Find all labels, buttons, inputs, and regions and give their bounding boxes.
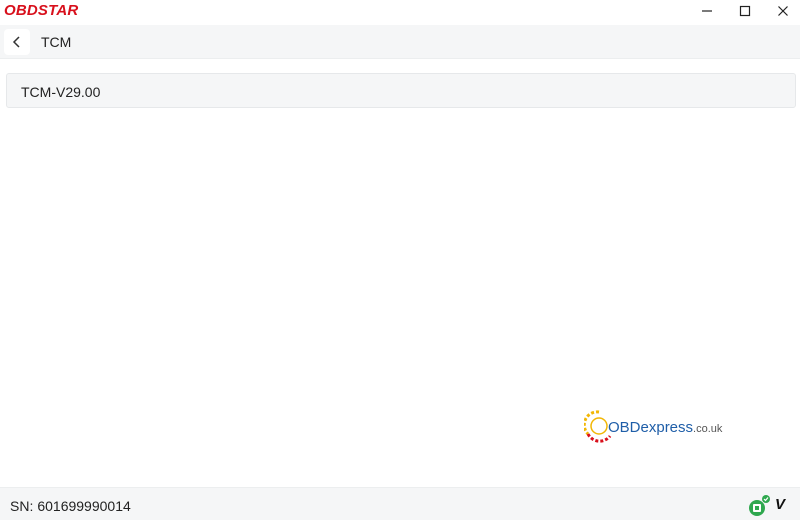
obdexpress-watermark: OBDexpress.co.uk [584,408,734,444]
close-button[interactable] [764,0,800,22]
maximize-button[interactable] [726,0,764,22]
maximize-icon [739,5,751,17]
list-item-tcm-version[interactable]: TCM-V29.00 [6,73,796,108]
minimize-button[interactable] [688,0,726,22]
title-bar: OBDSTAR [0,0,800,24]
serial-number-value: 601699990014 [37,498,131,514]
back-button[interactable] [4,29,30,55]
close-icon [778,6,788,16]
list-item-label: TCM-V29.00 [21,84,101,100]
page-title: TCM [41,34,72,50]
vci-connected-icon [749,495,770,516]
serial-number-label: SN: [10,498,34,514]
chevron-left-icon [12,36,20,48]
serial-number: SN: 601699990014 [10,498,131,514]
obdstar-logo: OBDSTAR [4,2,79,19]
watermark-text: OBDexpress.co.uk [608,419,722,436]
nav-bar: TCM [0,25,800,59]
vci-label: V [775,496,786,513]
minimize-icon [702,10,712,12]
watermark-brand: OBDexpress [608,419,694,436]
status-bar: SN: 601699990014 V [0,487,800,520]
watermark-suffix: .co.uk [693,423,723,435]
app-window: OBDSTAR TCM TCM-V29.00 OBDexpress.co.uk … [0,0,800,520]
